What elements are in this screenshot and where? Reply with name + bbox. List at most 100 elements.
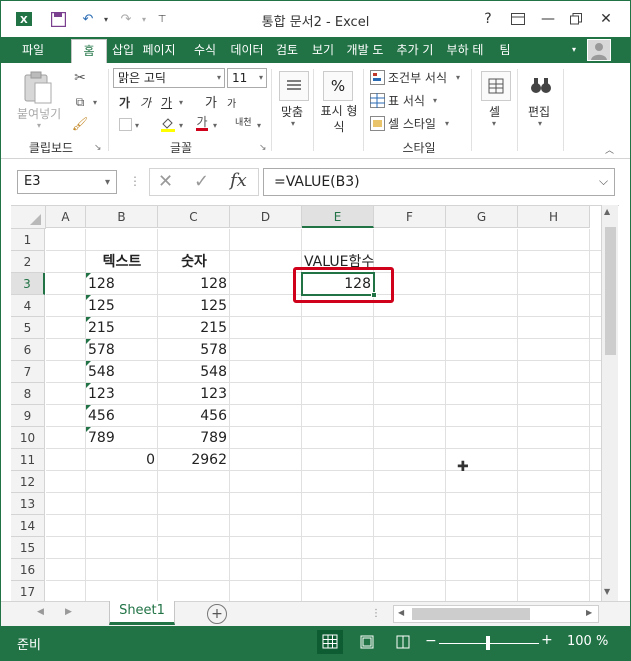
cell-b9[interactable]: 456 — [86, 405, 158, 427]
tab-addins[interactable]: 추가 기 — [393, 37, 437, 63]
sheet-prev-icon[interactable]: ◀ — [37, 607, 44, 617]
clipboard-launcher-icon[interactable]: ↘ — [94, 143, 102, 153]
cut-icon[interactable]: ✂ — [71, 69, 89, 87]
row-header-11[interactable]: 11 — [11, 449, 45, 471]
paste-icon[interactable] — [19, 71, 63, 105]
conditional-format-button[interactable]: 조건부 서식 — [388, 69, 447, 86]
cell-styles-icon[interactable] — [369, 115, 385, 131]
copy-dropdown-icon[interactable]: ▾ — [93, 98, 97, 107]
border-icon[interactable] — [117, 117, 133, 131]
scroll-up-icon[interactable]: ▲ — [604, 207, 610, 216]
column-header-e[interactable]: E — [302, 206, 374, 228]
cells-dropdown-icon[interactable]: ▾ — [492, 119, 496, 128]
formula-input[interactable]: =VALUE(B3) — [263, 168, 615, 196]
tab-formulas[interactable]: 수식 — [191, 37, 219, 63]
row-header-12[interactable]: 12 — [11, 471, 45, 493]
collapse-ribbon-icon[interactable]: ︿ — [605, 143, 614, 156]
number-format-label[interactable]: 표시 형식 — [317, 103, 361, 135]
alignment-dropdown-icon[interactable]: ▾ — [291, 119, 295, 128]
format-painter-icon[interactable]: 🖌 — [71, 115, 89, 133]
restore-icon[interactable] — [563, 7, 589, 31]
cell-b3[interactable]: 128 — [86, 273, 158, 295]
tab-file[interactable]: 파일 — [7, 37, 59, 63]
editing-button-label[interactable]: 편집 — [528, 103, 550, 120]
cell-c7[interactable]: 548 — [158, 361, 230, 383]
tab-review[interactable]: 검토 — [273, 37, 301, 63]
user-avatar[interactable] — [587, 39, 611, 61]
zoom-slider-thumb[interactable] — [486, 636, 490, 650]
cell-c9[interactable]: 456 — [158, 405, 230, 427]
row-header-14[interactable]: 14 — [11, 515, 45, 537]
row-header-6[interactable]: 6 — [11, 339, 45, 361]
row-header-10[interactable]: 10 — [11, 427, 45, 449]
minimize-icon[interactable]: — — [535, 7, 561, 31]
shrink-font-button[interactable]: 가 — [227, 95, 236, 110]
grow-font-button[interactable]: 가 — [205, 92, 217, 111]
alignment-button-label[interactable]: 맞춤 — [281, 103, 303, 120]
page-break-view-icon[interactable] — [393, 630, 413, 654]
alignment-icon[interactable] — [279, 71, 309, 101]
cell-c8[interactable]: 123 — [158, 383, 230, 405]
paste-button-label[interactable]: 붙여넣기 — [17, 105, 61, 122]
bold-button[interactable]: 가 — [119, 94, 130, 111]
underline-button[interactable]: 가 — [161, 94, 172, 111]
zoom-level[interactable]: 100 % — [567, 634, 608, 649]
scroll-thumb[interactable] — [605, 227, 616, 355]
close-icon[interactable]: ✕ — [593, 7, 619, 31]
font-size-dropdown-icon[interactable]: ▾ — [259, 69, 263, 87]
italic-button[interactable]: 가 — [140, 94, 151, 111]
row-header-1[interactable]: 1 — [11, 229, 45, 251]
format-table-button[interactable]: 표 서식 — [388, 92, 425, 109]
cell-c11[interactable]: 2962 — [158, 449, 230, 471]
tab-developer[interactable]: 개발 도 — [343, 37, 387, 63]
tab-page-layout[interactable]: 페이지 — [139, 37, 179, 63]
cell-b7[interactable]: 548 — [86, 361, 158, 383]
row-header-4[interactable]: 4 — [11, 295, 45, 317]
row-header-5[interactable]: 5 — [11, 317, 45, 339]
sheet-next-icon[interactable]: ▶ — [65, 607, 72, 617]
tab-split-icon[interactable]: ⋮ — [371, 608, 381, 619]
cells-icon[interactable] — [481, 71, 511, 101]
underline-dropdown-icon[interactable]: ▾ — [179, 98, 183, 107]
row-header-9[interactable]: 9 — [11, 405, 45, 427]
column-header-c[interactable]: C — [158, 206, 230, 228]
scroll-right-icon[interactable]: ▶ — [586, 608, 592, 617]
zoom-out-icon[interactable]: − — [425, 633, 437, 649]
add-sheet-icon[interactable]: + — [207, 604, 227, 624]
cell-styles-button[interactable]: 셀 스타일 — [388, 115, 436, 132]
column-header-f[interactable]: F — [374, 206, 446, 228]
font-launcher-icon[interactable]: ↘ — [259, 143, 267, 153]
select-all-corner[interactable] — [11, 206, 46, 229]
zoom-in-icon[interactable]: + — [541, 632, 553, 648]
cells-button-label[interactable]: 셀 — [489, 103, 500, 120]
name-box-dropdown-icon[interactable]: ▾ — [105, 172, 110, 194]
cell-c2[interactable]: 숫자 — [158, 251, 230, 273]
scroll-left-icon[interactable]: ◀ — [398, 608, 404, 617]
sheet-tab-sheet1[interactable]: Sheet1 — [109, 601, 175, 625]
tab-insert[interactable]: 삽입 — [109, 37, 137, 63]
number-format-icon[interactable]: % — [323, 71, 353, 101]
font-color-dropdown-icon[interactable]: ▾ — [213, 121, 217, 130]
conditional-format-icon[interactable] — [369, 69, 385, 85]
normal-view-icon[interactable] — [317, 630, 343, 654]
format-table-dropdown-icon[interactable]: ▾ — [433, 96, 437, 105]
format-table-icon[interactable] — [369, 92, 385, 108]
column-header-a[interactable]: A — [46, 206, 86, 228]
font-name-combo[interactable]: 맑은 고딕 ▾ — [113, 68, 225, 88]
horizontal-scrollbar[interactable]: ◀ ▶ — [393, 605, 599, 623]
row-header-3[interactable]: 3 — [11, 273, 45, 295]
cell-c5[interactable]: 215 — [158, 317, 230, 339]
row-header-17[interactable]: 17 — [11, 581, 45, 601]
row-header-8[interactable]: 8 — [11, 383, 45, 405]
fill-color-dropdown-icon[interactable]: ▾ — [179, 121, 183, 130]
ribbon-display-icon[interactable] — [505, 7, 531, 31]
scroll-down-icon[interactable]: ▼ — [604, 587, 610, 596]
column-header-g[interactable]: G — [446, 206, 518, 228]
tab-data[interactable]: 데이터 — [227, 37, 267, 63]
cell-c10[interactable]: 789 — [158, 427, 230, 449]
phonetic-button[interactable]: 내천 — [235, 115, 252, 128]
worksheet-grid[interactable]: A B C D E F G H 1 2 3 4 5 6 7 8 9 10 11 12 13 14 15 16 1… — [11, 205, 619, 601]
expand-formula-bar-icon[interactable]: ⌵ — [599, 174, 608, 189]
name-box[interactable]: E3 ▾ — [17, 170, 117, 194]
page-layout-view-icon[interactable] — [357, 630, 377, 654]
